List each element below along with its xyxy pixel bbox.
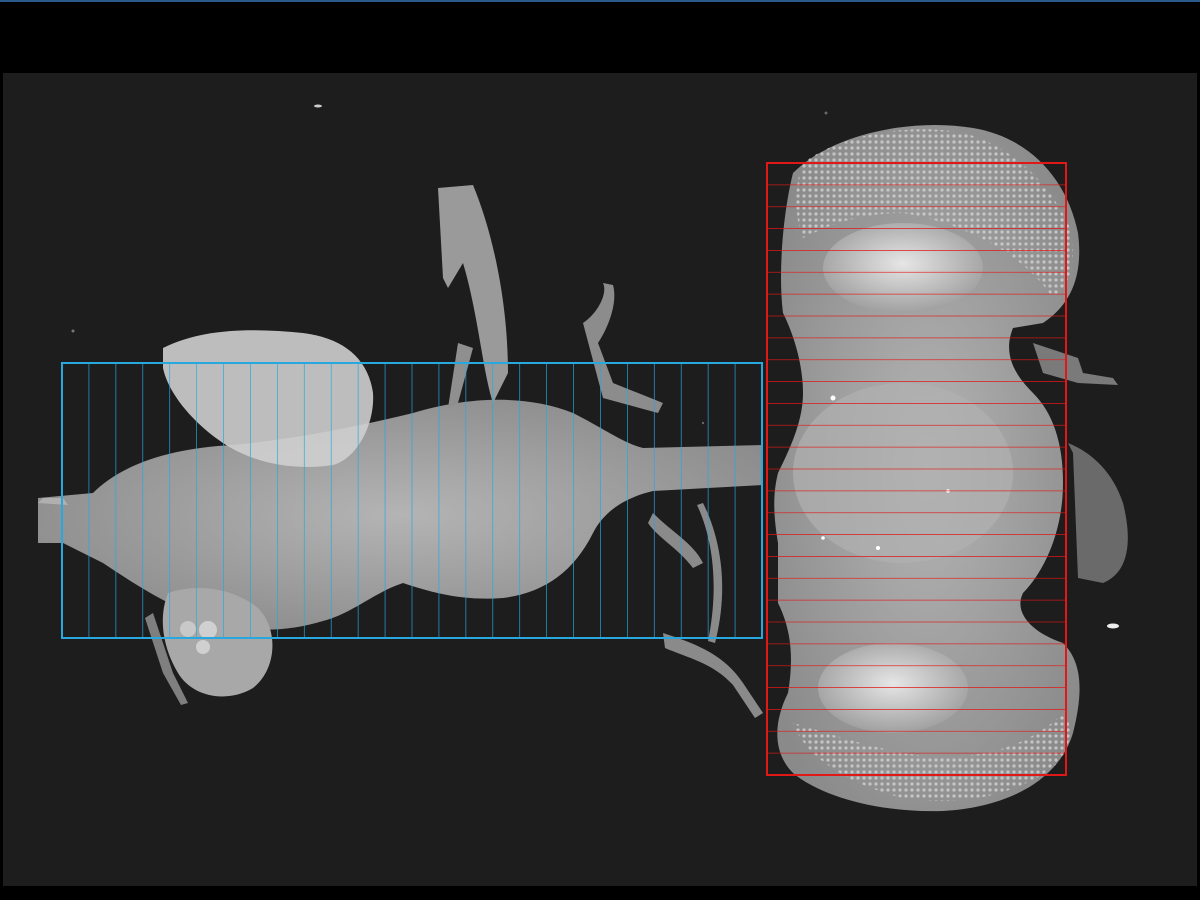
- brain: [774, 125, 1128, 812]
- render-svg: [38, 104, 1128, 812]
- viewer-bottom-bar: [0, 886, 1200, 900]
- image-viewer[interactable]: [0, 0, 1200, 900]
- viewer-top-bar: [0, 0, 1200, 73]
- volume-render-canvas[interactable]: [3, 73, 1197, 886]
